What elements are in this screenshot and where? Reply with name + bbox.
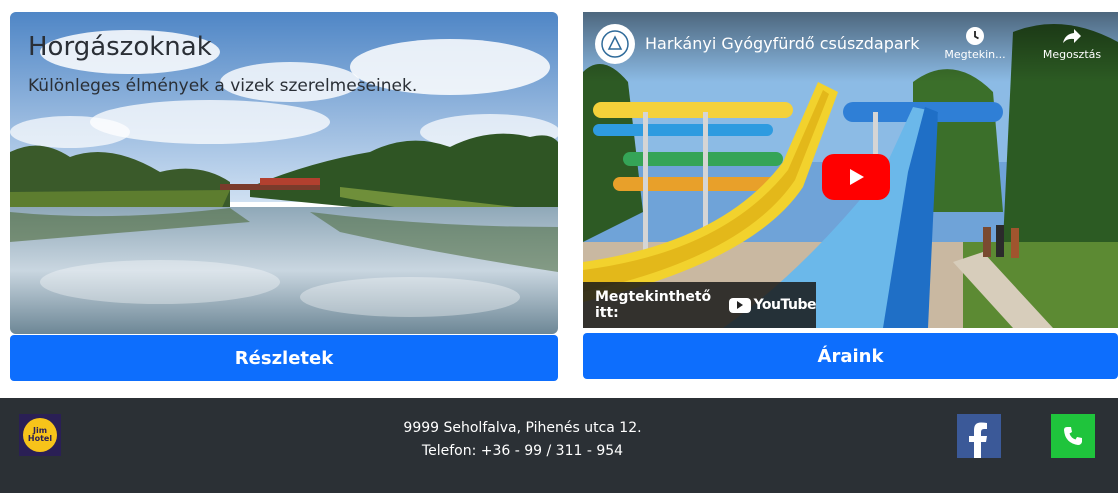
details-button[interactable]: Részletek [10, 335, 558, 381]
phone-icon [1064, 427, 1082, 445]
youtube-icon [728, 297, 751, 313]
card-subtitle: Különleges élmények a vizek szerelmesein… [28, 76, 418, 96]
channel-logo-icon [601, 30, 629, 58]
youtube-logo: YouTube [728, 297, 817, 313]
facebook-icon [969, 422, 987, 458]
play-button[interactable] [822, 154, 890, 200]
play-icon [850, 169, 864, 185]
share-button[interactable]: Megosztás [1033, 26, 1111, 61]
facebook-link[interactable] [957, 414, 1001, 458]
address-text: 9999 Seholfalva, Pihenés utca 12. [403, 420, 642, 436]
share-label: Megosztás [1042, 48, 1102, 61]
video-title[interactable]: Harkányi Gyógyfürdő csúszdapark [645, 34, 920, 53]
watch-later-label: Megtekin... [944, 48, 1006, 61]
share-arrow-icon [1063, 29, 1081, 43]
youtube-embed[interactable]: Harkányi Gyógyfürdő csúszdapark Megtekin… [583, 12, 1118, 328]
card-title: Horgászoknak [28, 32, 212, 62]
contact-info: 9999 Seholfalva, Pihenés utca 12. Telefo… [380, 417, 665, 463]
watch-later-button[interactable]: Megtekin... [936, 26, 1014, 61]
fishing-card: Horgászoknak Különleges élmények a vizek… [10, 12, 558, 334]
phone-text: Telefon: +36 - 99 / 311 - 954 [421, 443, 624, 459]
logo-text-bottom: Hotel [27, 434, 53, 443]
hotel-logo-badge: Jim Hotel [23, 418, 57, 452]
watch-on-youtube[interactable]: Megtekinthető itt: YouTube [583, 282, 817, 328]
channel-avatar[interactable] [595, 24, 635, 64]
prices-button[interactable]: Áraink [583, 333, 1118, 379]
hotel-logo[interactable]: Jim Hotel [19, 414, 61, 456]
watch-on-label: Megtekinthető itt: [595, 289, 712, 321]
phone-link[interactable] [1051, 414, 1095, 458]
youtube-label: YouTube [753, 297, 817, 313]
site-footer: Jim Hotel 9999 Seholfalva, Pihenés utca … [0, 398, 1118, 493]
clock-icon [966, 27, 984, 45]
